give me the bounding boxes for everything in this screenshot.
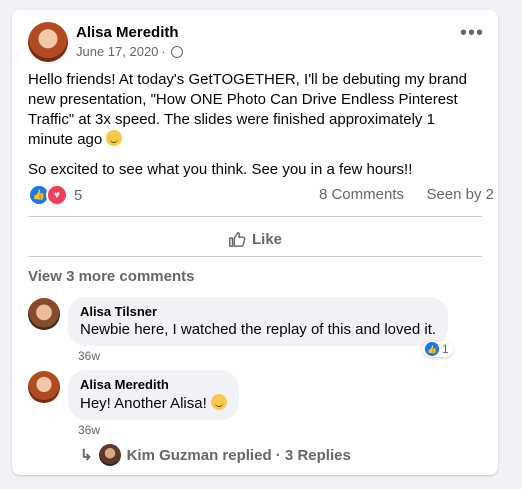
- commenter-avatar[interactable]: [28, 298, 60, 330]
- comment-author[interactable]: Alisa Meredith: [80, 377, 227, 392]
- post-card: Alisa Meredith June 17, 2020 · ••• Hello…: [12, 10, 498, 475]
- comment-time[interactable]: 36w: [78, 349, 100, 363]
- comment-reaction[interactable]: 👍 1: [423, 341, 453, 357]
- group-icon: [170, 45, 183, 58]
- love-icon: ♥: [46, 184, 68, 206]
- reply-arrow-icon: ↳: [80, 447, 93, 464]
- like-button[interactable]: Like: [12, 223, 498, 255]
- author-avatar[interactable]: [28, 22, 68, 62]
- smile-emoji-icon: [210, 394, 227, 410]
- like-label: Like: [251, 230, 282, 248]
- smile-emoji-icon: [106, 130, 123, 146]
- post-author[interactable]: Alisa Meredith: [76, 24, 179, 41]
- post-date[interactable]: June 17, 2020: [76, 44, 158, 59]
- comment-bubble: Alisa Tilsner Newbie here, I watched the…: [68, 297, 449, 346]
- comment-reaction-count: 1: [442, 342, 449, 356]
- comment-text: Newbie here, I watched the replay of thi…: [80, 321, 437, 338]
- view-more-comments[interactable]: View 3 more comments: [28, 268, 194, 285]
- like-icon: 👍: [425, 342, 439, 356]
- post-paragraph-1: Hello friends! At today's GetTOGETHER, I…: [28, 71, 467, 148]
- post-paragraph-2: So excited to see what you think. See yo…: [28, 161, 413, 178]
- reaction-summary[interactable]: 👍 ♥ 5: [28, 184, 82, 206]
- reaction-count: 5: [74, 186, 83, 204]
- comment-text: Hey! Another Alisa!: [80, 394, 227, 412]
- comment-bubble: Alisa Meredith Hey! Another Alisa!: [68, 370, 239, 420]
- meta-separator: ·: [161, 44, 166, 59]
- comment-text-content: Hey! Another Alisa!: [80, 395, 207, 412]
- comment-author[interactable]: Alisa Tilsner: [80, 304, 436, 319]
- replies-label: Kim Guzman replied · 3 Replies: [126, 446, 351, 464]
- view-replies[interactable]: ↳ Kim Guzman replied · 3 Replies: [80, 444, 351, 466]
- thumbs-up-icon: [229, 231, 246, 247]
- post-body: Hello friends! At today's GetTOGETHER, I…: [28, 70, 484, 190]
- commenter-avatar[interactable]: [28, 371, 60, 403]
- comment-time[interactable]: 36w: [78, 423, 100, 437]
- seen-by[interactable]: Seen by 2: [426, 186, 494, 203]
- divider: [28, 216, 482, 217]
- comment-count[interactable]: 8 Comments: [319, 186, 404, 203]
- post-meta: June 17, 2020 ·: [76, 44, 183, 59]
- more-dots-icon[interactable]: •••: [460, 23, 484, 43]
- replier-avatar: [98, 444, 121, 466]
- divider: [28, 256, 482, 257]
